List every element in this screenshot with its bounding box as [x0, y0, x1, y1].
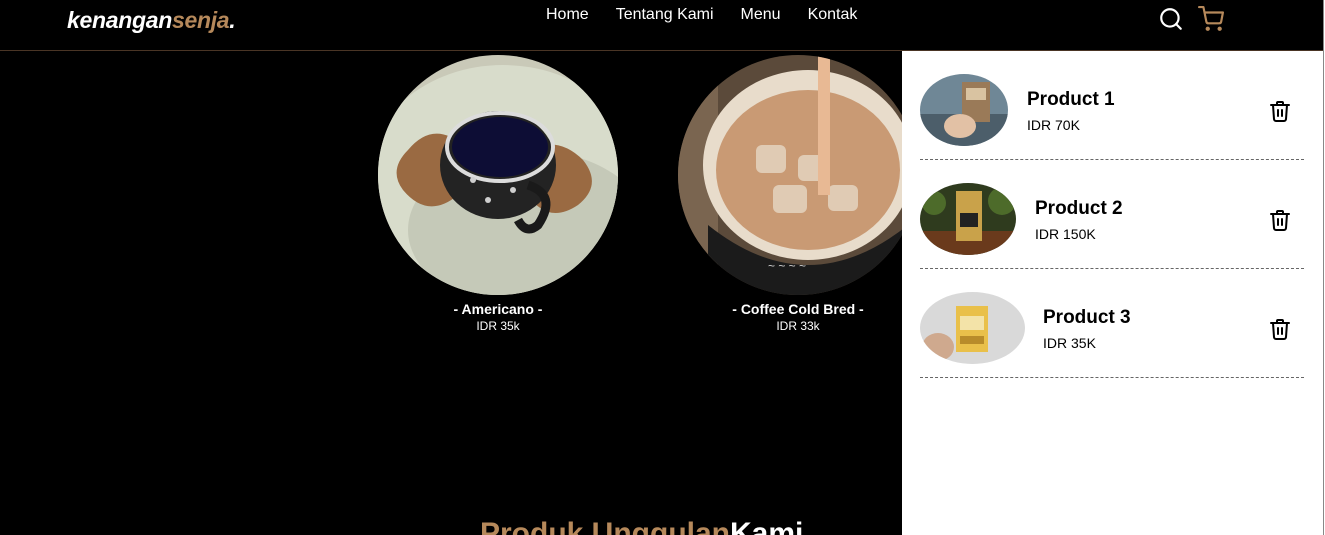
- cart-item-price: IDR 150K: [1035, 226, 1096, 242]
- cart-item-name: Product 1: [1027, 89, 1115, 110]
- menu-item-price: IDR 33k: [776, 319, 820, 333]
- nav-menu-link[interactable]: Menu: [741, 6, 781, 24]
- product-2-image: [920, 183, 1016, 255]
- menu-card-cold-brew[interactable]: ~ ~ ~ ~ - Coffee Cold Bred - IDR 33k: [678, 55, 918, 333]
- remove-item-button[interactable]: [1268, 208, 1292, 232]
- product-1-image: [920, 74, 1008, 146]
- menu-item-price: IDR 35k: [476, 319, 520, 333]
- cart-item: Product 2 IDR 150K: [920, 160, 1304, 269]
- svg-text:~ ~ ~ ~: ~ ~ ~ ~: [768, 259, 806, 273]
- nav-about-link[interactable]: Tentang Kami: [616, 6, 714, 24]
- brand-logo[interactable]: kenangansenja.: [67, 7, 236, 34]
- shopping-cart-icon[interactable]: [1198, 6, 1224, 32]
- cart-item: Product 3 IDR 35K: [920, 269, 1304, 378]
- section-title-highlight: Produk Unggulan: [480, 517, 730, 535]
- cart-item-price: IDR 35K: [1043, 335, 1096, 351]
- navbar: kenangansenja. Home Tentang Kami Menu Ko…: [0, 0, 1323, 51]
- nav-home-link[interactable]: Home: [546, 6, 589, 24]
- nav-icons: [1158, 6, 1224, 32]
- remove-item-button[interactable]: [1268, 317, 1292, 341]
- remove-item-button[interactable]: [1268, 99, 1292, 123]
- cart-item-name: Product 2: [1035, 198, 1123, 219]
- nav-contact-link[interactable]: Kontak: [808, 6, 858, 24]
- americano-image: [378, 55, 618, 295]
- product-3-image: [920, 292, 1025, 364]
- trash-icon: [1270, 101, 1290, 122]
- menu-item-title: - Coffee Cold Bred -: [732, 301, 864, 317]
- cold-brew-image: ~ ~ ~ ~: [678, 55, 918, 295]
- section-title-rest: Kami: [730, 517, 804, 535]
- trash-icon: [1270, 319, 1290, 340]
- trash-icon: [1270, 210, 1290, 231]
- brand-part-2: senja: [171, 7, 230, 33]
- cart-item-price: IDR 70K: [1027, 117, 1080, 133]
- menu-item-title: - Americano -: [453, 301, 543, 317]
- brand-part-1: kenangan: [67, 7, 172, 33]
- cart-item-name: Product 3: [1043, 307, 1131, 328]
- nav-links: Home Tentang Kami Menu Kontak: [546, 6, 857, 24]
- search-icon[interactable]: [1158, 6, 1184, 32]
- section-title: Produk UnggulanKami: [480, 517, 803, 535]
- menu-card-americano[interactable]: - Americano - IDR 35k: [378, 55, 618, 333]
- cart-item: Product 1 IDR 70K: [920, 51, 1304, 160]
- shopping-cart-panel: Product 1 IDR 70K Product 2 IDR 150K Pro…: [902, 51, 1323, 535]
- brand-dot: .: [229, 7, 236, 33]
- window-edge-line: [1323, 0, 1324, 535]
